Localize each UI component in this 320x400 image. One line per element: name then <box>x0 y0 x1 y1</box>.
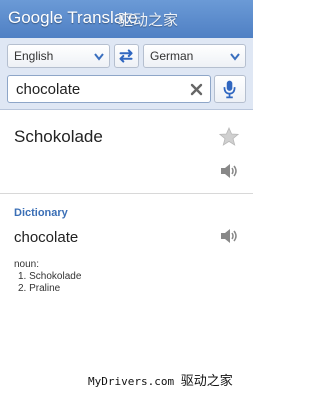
app-title-bar: Google Translate 驱动之家 <box>0 0 253 38</box>
search-input[interactable]: chocolate <box>7 75 211 103</box>
definition-item: 1. Schokolade <box>18 271 82 282</box>
star-icon[interactable] <box>219 127 239 146</box>
microphone-icon <box>223 80 236 99</box>
dictionary-word: chocolate <box>14 229 79 246</box>
swap-arrows-icon <box>119 49 133 63</box>
speaker-icon[interactable] <box>219 163 239 179</box>
watermark-site: MyDrivers.com <box>88 375 175 388</box>
source-language-label: English <box>14 49 54 63</box>
watermark-cn: 驱动之家 <box>180 374 233 389</box>
target-language-label: German <box>150 49 194 63</box>
dictionary-heading: Dictionary <box>14 207 68 219</box>
definition-item: 2. Praline <box>18 283 61 294</box>
target-language-select[interactable]: German <box>143 44 246 68</box>
source-language-select[interactable]: English <box>7 44 110 68</box>
speaker-icon[interactable] <box>219 228 239 244</box>
part-of-speech: noun: <box>14 259 40 270</box>
watermark-bottom: MyDrivers.com 驱动之家 <box>88 370 233 389</box>
watermark-top: 驱动之家 <box>118 11 179 29</box>
translation-result: Schokolade <box>14 127 103 146</box>
section-divider <box>0 193 253 194</box>
search-input-value: chocolate <box>16 81 81 98</box>
chevron-down-icon <box>94 53 104 61</box>
clear-x-icon[interactable] <box>190 83 203 96</box>
chevron-down-icon <box>230 53 240 61</box>
definition-list: 1. Schokolade 2. Praline <box>14 271 81 295</box>
swap-languages-button[interactable] <box>114 44 139 68</box>
microphone-button[interactable] <box>214 75 246 103</box>
